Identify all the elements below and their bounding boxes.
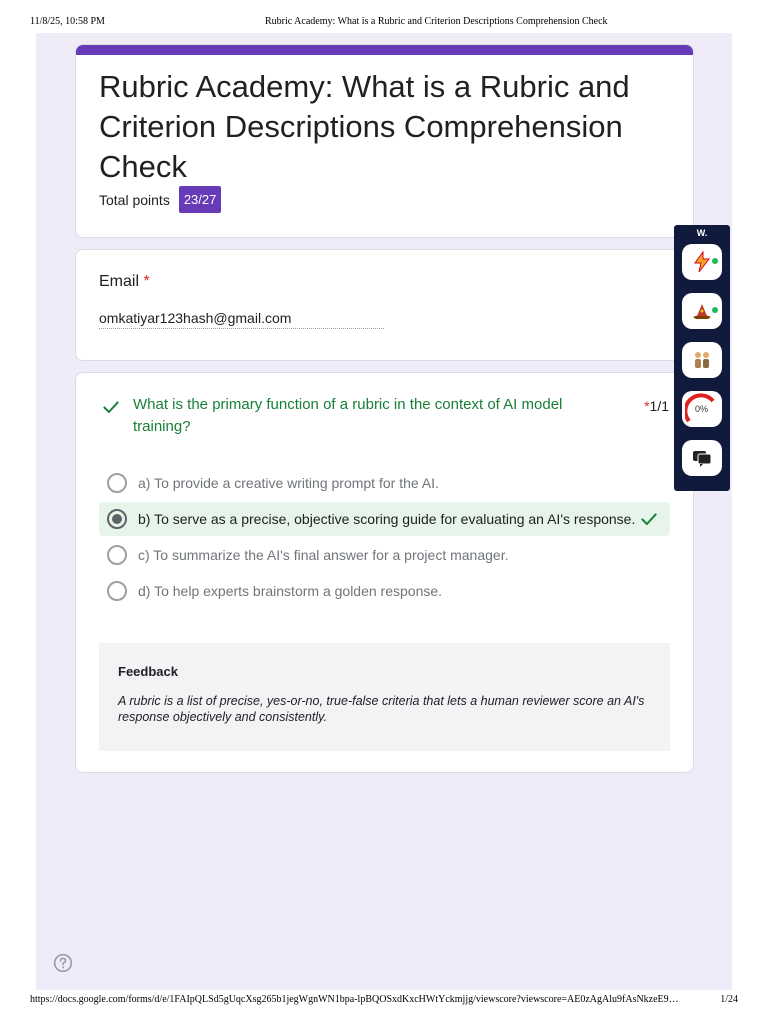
question-score: *1/1 bbox=[644, 398, 669, 414]
total-points-label: Total points bbox=[99, 191, 170, 208]
lightning-icon[interactable] bbox=[682, 244, 722, 280]
extension-label: W. bbox=[696, 228, 708, 238]
correct-check-icon bbox=[641, 513, 658, 525]
check-icon bbox=[103, 401, 119, 413]
email-card: Email * omkatiyar123hash@gmail.com bbox=[75, 249, 694, 361]
question-card: What is the primary function of a rubric… bbox=[75, 372, 694, 773]
option-label: b) To serve as a precise, objective scor… bbox=[138, 511, 636, 527]
print-url: https://docs.google.com/forms/d/e/1FAIpQ… bbox=[30, 994, 679, 1005]
option-label: d) To help experts brainstorm a golden r… bbox=[138, 583, 443, 599]
print-page-number: 1/24 bbox=[720, 994, 738, 1005]
status-dot bbox=[712, 307, 718, 313]
option-b[interactable]: b) To serve as a precise, objective scor… bbox=[99, 502, 670, 536]
radio-button-selected[interactable] bbox=[107, 509, 127, 529]
question-title: What is the primary function of a rubric… bbox=[133, 396, 563, 435]
email-field: omkatiyar123hash@gmail.com bbox=[99, 310, 384, 329]
print-header: 11/8/25, 10:58 PM Rubric Academy: What i… bbox=[30, 16, 738, 30]
required-mark: * bbox=[143, 273, 150, 290]
print-date: 11/8/25, 10:58 PM bbox=[30, 16, 105, 27]
chat-icon[interactable] bbox=[682, 440, 722, 476]
extension-toolbar: W. 0% bbox=[674, 225, 730, 491]
option-label: c) To summarize the AI's final answer fo… bbox=[138, 547, 509, 563]
feedback-title: Feedback bbox=[118, 664, 178, 679]
radio-button[interactable] bbox=[107, 581, 127, 601]
wizard-hat-icon[interactable] bbox=[682, 293, 722, 329]
feedback-box: Feedback A rubric is a list of precise, … bbox=[99, 643, 670, 751]
form-title: Rubric Academy: What is a Rubric and Cri… bbox=[99, 69, 630, 184]
total-points: Total points 23/27 bbox=[99, 186, 222, 213]
gauge-icon[interactable]: 0% bbox=[682, 391, 722, 427]
accent-bar bbox=[76, 45, 693, 55]
people-icon[interactable] bbox=[682, 342, 722, 378]
form-header-card: Rubric Academy: What is a Rubric and Cri… bbox=[75, 44, 694, 238]
gauge-value: 0% bbox=[695, 404, 708, 414]
print-footer: https://docs.google.com/forms/d/e/1FAIpQ… bbox=[30, 994, 738, 1008]
option-label: a) To provide a creative writing prompt … bbox=[138, 475, 439, 491]
option-c[interactable]: c) To summarize the AI's final answer fo… bbox=[99, 538, 670, 572]
option-d[interactable]: d) To help experts brainstorm a golden r… bbox=[99, 574, 670, 608]
help-circle-icon[interactable] bbox=[53, 953, 73, 973]
total-points-badge: 23/27 bbox=[178, 186, 222, 213]
radio-button[interactable] bbox=[107, 473, 127, 493]
email-label: Email * bbox=[99, 273, 150, 290]
print-title: Rubric Academy: What is a Rubric and Cri… bbox=[265, 16, 608, 27]
feedback-text: A rubric is a list of precise, yes-or-no… bbox=[118, 694, 645, 724]
status-dot bbox=[712, 258, 718, 264]
option-a[interactable]: a) To provide a creative writing prompt … bbox=[99, 466, 670, 500]
radio-button[interactable] bbox=[107, 545, 127, 565]
